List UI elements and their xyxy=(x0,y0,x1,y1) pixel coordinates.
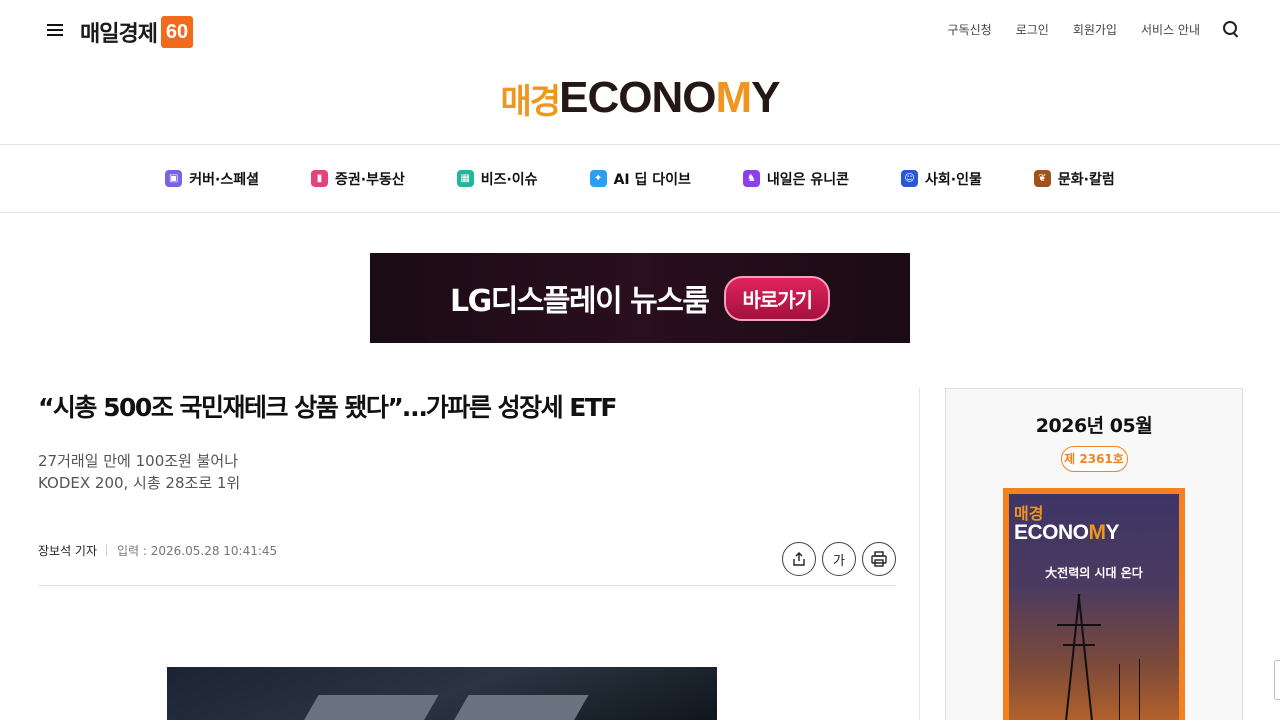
section-nav: ▣ 커버·스페셜 ▮ 증권·부동산 ▦ 비즈·이슈 ✦ AI 딥 다이브 ♞ 내… xyxy=(0,144,1280,213)
issue-number-badge: 제 2361호 xyxy=(1060,446,1128,472)
nav-label: 커버·스페셜 xyxy=(189,171,259,188)
login-link[interactable]: 로그인 xyxy=(1016,21,1049,38)
nav-label: AI 딥 다이브 xyxy=(613,171,691,188)
article-image xyxy=(167,667,717,720)
issue-month: 2026년 05월 xyxy=(1035,415,1153,437)
top-bar: 매일경제 60 구독신청 로그인 회원가입 서비스 안내 xyxy=(0,0,1280,60)
power-tower xyxy=(1077,594,1095,720)
nav-label: 비즈·이슈 xyxy=(480,171,538,188)
share-button[interactable] xyxy=(782,542,816,576)
column-divider xyxy=(919,388,920,720)
article-subhead: 27거래일 만에 100조원 불어나 KODEX 200, 시총 28조로 1위 xyxy=(38,450,896,494)
nav-label: 증권·부동산 xyxy=(335,171,405,188)
publish-date: 입력 : 2026.05.28 10:41:45 xyxy=(117,544,278,558)
author[interactable]: 장보석 기자 xyxy=(38,542,97,559)
person-card-icon: ☺ xyxy=(901,170,919,187)
scroll-handle[interactable] xyxy=(1274,660,1280,700)
power-tower xyxy=(1063,594,1081,720)
article-headline: “시총 500조 국민재테크 상품 됐다”…가파른 성장세 ETF xyxy=(38,393,617,422)
nav-item-society-people[interactable]: ☺ 사회·인물 xyxy=(901,169,982,189)
nav-item-culture-column[interactable]: ❦ 문화·칼럼 xyxy=(1033,169,1115,189)
power-tower xyxy=(1057,624,1101,626)
nav-item-unicorn[interactable]: ♞ 내일은 유니콘 xyxy=(742,169,850,189)
subscribe-link[interactable]: 구독신청 xyxy=(948,21,992,38)
nav-item-ai-deep-dive[interactable]: ✦ AI 딥 다이브 xyxy=(589,169,691,189)
bar-chart-icon: ▮ xyxy=(311,170,328,187)
nav-label: 사회·인물 xyxy=(925,171,982,188)
cover-headline: 大전력의 시대 온다 xyxy=(1045,566,1143,580)
mk-logo-text: 매일경제 xyxy=(80,22,158,47)
menu-icon[interactable] xyxy=(47,24,63,36)
mk-logo[interactable]: 매일경제 60 xyxy=(80,16,193,48)
signup-link[interactable]: 회원가입 xyxy=(1073,21,1117,38)
leaf-icon: ❦ xyxy=(1033,170,1051,187)
nav-item-stocks-realestate[interactable]: ▮ 증권·부동산 xyxy=(311,169,405,189)
magazine-cover[interactable]: 매경 ECONOMY 大전력의 시대 온다 xyxy=(1003,488,1185,720)
service-guide-link[interactable]: 서비스 안내 xyxy=(1141,21,1200,38)
article: “시총 500조 국민재테크 상품 됐다”…가파른 성장세 ETF 27거래일 … xyxy=(38,388,896,720)
building-icon: ▦ xyxy=(456,170,474,187)
ad-text: LG디스플레이 뉴스룸 xyxy=(449,284,710,319)
sparkle-icon: ✦ xyxy=(589,170,607,187)
ad-banner[interactable]: LG디스플레이 뉴스룸 바로가기 xyxy=(370,253,910,343)
brand-logo-ko: 매경 xyxy=(500,81,562,122)
nav-item-cover-special[interactable]: ▣ 커버·스페셜 xyxy=(165,169,259,189)
nav-item-biz-issue[interactable]: ▦ 비즈·이슈 xyxy=(456,169,538,189)
subhead-line: 27거래일 만에 100조원 불어나 xyxy=(38,452,239,470)
magazine-issue-box: 2026년 05월 제 2361호 매경 ECONOMY 大전력의 시대 온다 xyxy=(945,388,1243,720)
meta-divider xyxy=(106,545,107,556)
subhead-line: KODEX 200, 시총 28조로 1위 xyxy=(38,474,241,492)
nav-label: 문화·칼럼 xyxy=(1057,171,1115,188)
brand-logo[interactable]: 매경 ECONOMY xyxy=(0,72,1280,124)
article-meta: 장보석 기자 입력 : 2026.05.28 10:41:45 가 xyxy=(38,540,896,586)
power-tower xyxy=(1139,659,1140,720)
article-tools: 가 xyxy=(782,542,896,576)
cover-logo-en: ECONOMY xyxy=(1014,521,1120,544)
print-button[interactable] xyxy=(862,542,896,576)
anniversary-badge: 60 xyxy=(160,16,193,48)
unicorn-icon: ♞ xyxy=(742,170,760,187)
cube-icon: ▣ xyxy=(165,170,183,187)
font-size-button[interactable]: 가 xyxy=(822,542,856,576)
utility-links: 구독신청 로그인 회원가입 서비스 안내 xyxy=(924,20,1240,38)
ad-button[interactable]: 바로가기 xyxy=(724,275,831,321)
share-icon xyxy=(793,552,805,566)
font-size-label: 가 xyxy=(833,553,845,569)
nav-label: 내일은 유니콘 xyxy=(766,171,850,188)
brand-logo-en: ECONOMY xyxy=(559,73,780,122)
printer-icon xyxy=(871,551,887,567)
power-tower xyxy=(1063,644,1095,646)
search-icon[interactable] xyxy=(1222,20,1240,38)
power-tower xyxy=(1119,664,1120,720)
